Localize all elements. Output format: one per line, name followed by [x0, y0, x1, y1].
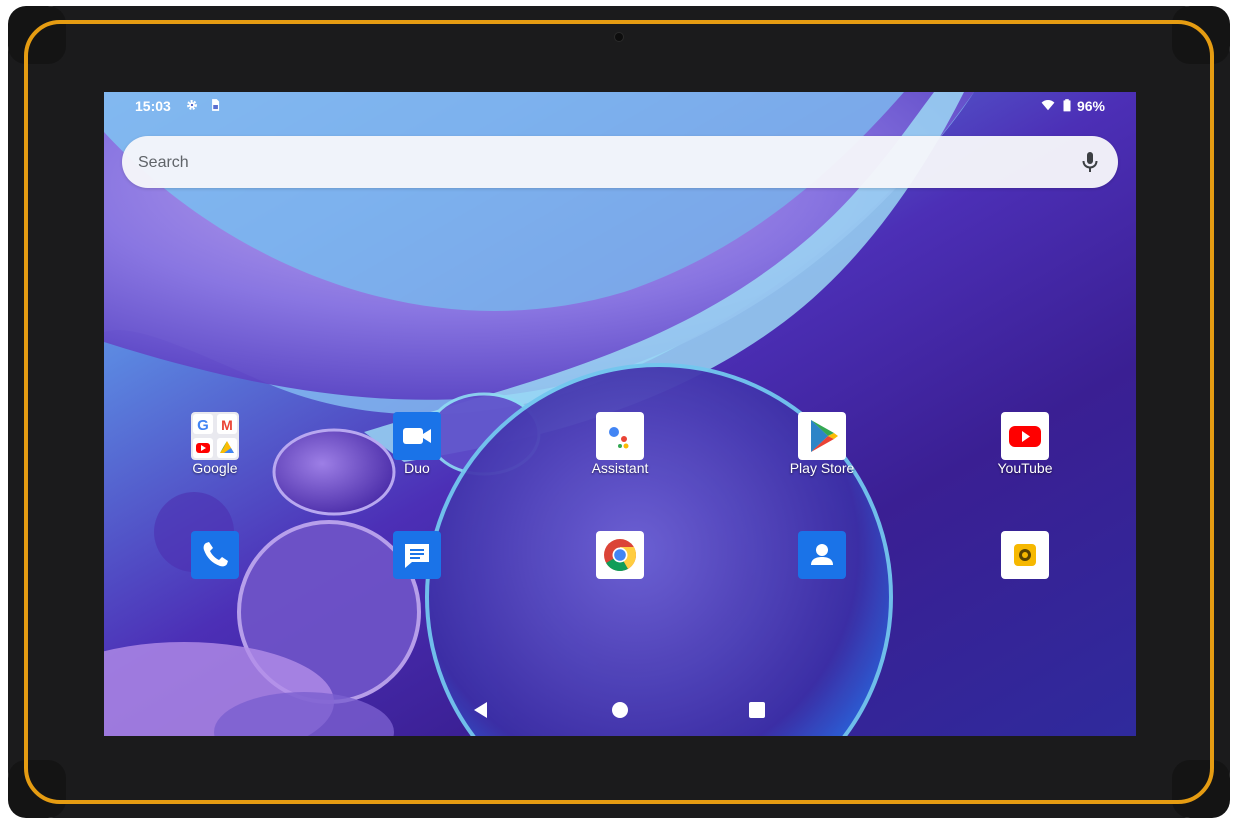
messages-icon: [393, 531, 441, 579]
recents-icon[interactable]: [745, 698, 769, 722]
app-assistant[interactable]: Assistant: [565, 412, 675, 492]
back-icon[interactable]: [469, 698, 493, 722]
front-camera: [615, 33, 623, 41]
app-chrome[interactable]: [565, 531, 675, 611]
settings-icon: [187, 100, 197, 110]
app-label: Google: [192, 460, 238, 476]
app-google-folder[interactable]: G M Google: [160, 412, 270, 492]
phone-icon: [191, 531, 239, 579]
assistant-icon: [596, 412, 644, 460]
app-play-store[interactable]: Play Store: [767, 412, 877, 492]
app-label: YouTube: [997, 460, 1053, 476]
mic-icon[interactable]: [1078, 150, 1102, 174]
app-duo[interactable]: Duo: [362, 412, 472, 492]
wifi-icon: [1041, 100, 1055, 111]
battery-icon: [1063, 99, 1071, 112]
contacts-icon: [798, 531, 846, 579]
svg-text:M: M: [221, 417, 233, 433]
app-messages[interactable]: [362, 531, 472, 611]
youtube-icon: [1001, 412, 1049, 460]
search-input[interactable]: [136, 136, 1040, 190]
app-label: Play Store: [789, 460, 855, 476]
google-folder-icon: G M: [191, 412, 239, 460]
battery-percent: 96%: [1076, 98, 1105, 114]
status-bar: 15:03 96%: [104, 92, 1136, 120]
app-contacts[interactable]: [767, 531, 877, 611]
app-label: Assistant: [591, 460, 649, 476]
app-youtube[interactable]: YouTube: [970, 412, 1080, 492]
home-icon[interactable]: [608, 698, 632, 722]
search-bar[interactable]: [122, 136, 1118, 190]
status-time: 15:03: [135, 98, 171, 114]
play-store-icon: [798, 412, 846, 460]
sim-icon: [212, 99, 220, 111]
svg-text:G: G: [197, 417, 209, 434]
home-screen: 15:03 96% G: [104, 92, 1136, 736]
app-phone[interactable]: [160, 531, 270, 611]
chrome-icon: [596, 531, 644, 579]
app-label: Duo: [404, 460, 430, 476]
camera-icon: [1001, 531, 1049, 579]
app-camera[interactable]: [970, 531, 1080, 611]
duo-icon: [393, 412, 441, 460]
